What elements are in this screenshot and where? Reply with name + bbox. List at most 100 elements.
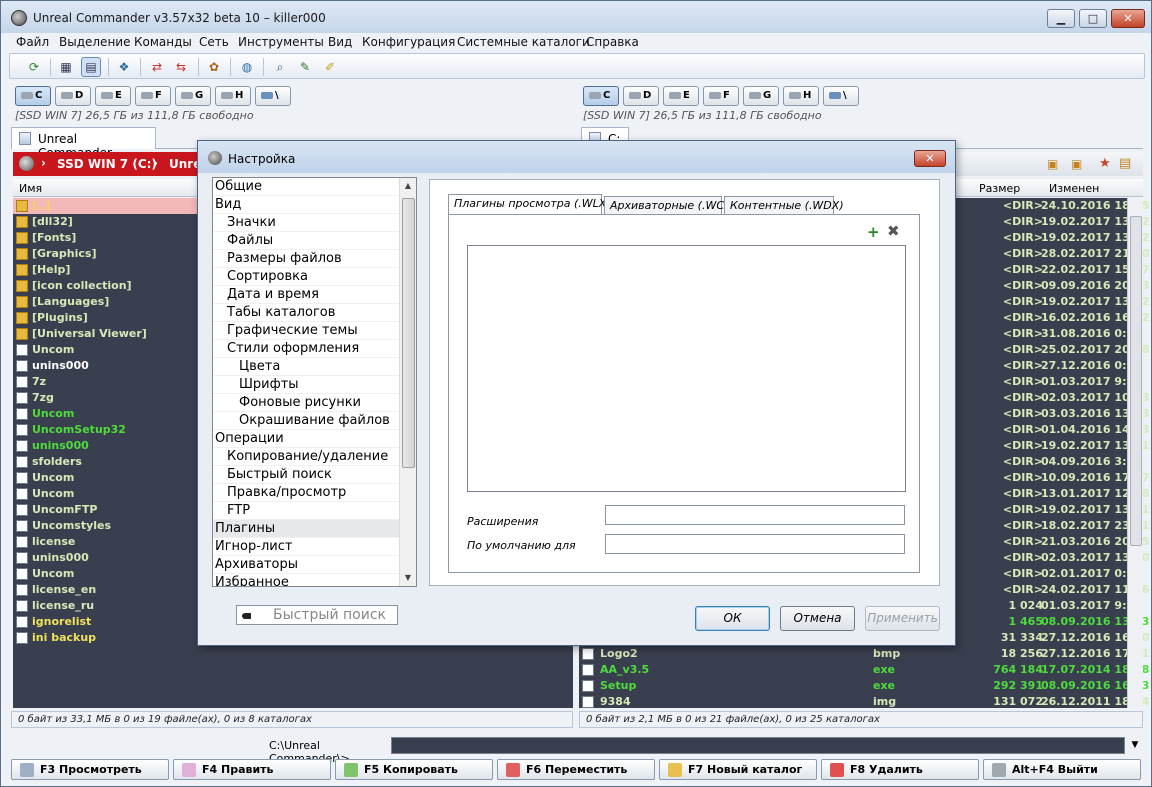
right-drive-h-button[interactable]: H bbox=[783, 86, 819, 106]
menu-file[interactable]: Файл bbox=[16, 35, 49, 49]
settings-tree-item[interactable]: Операции bbox=[213, 430, 401, 448]
command-line-input[interactable] bbox=[391, 737, 1125, 754]
settings-tree[interactable]: Общие Вид Значки Файлы Размеры файлов Сортиро… bbox=[212, 177, 417, 587]
menu-system-folders[interactable]: Системные каталоги bbox=[457, 35, 590, 49]
scroll-down-arrow[interactable]: ▼ bbox=[400, 570, 416, 586]
settings-tree-item[interactable]: Графические темы bbox=[213, 322, 401, 340]
right-scrollbar[interactable] bbox=[1127, 198, 1143, 708]
menu-view[interactable]: Вид bbox=[328, 35, 352, 49]
menu-tools[interactable]: Инструменты bbox=[238, 35, 324, 49]
settings-tree-item[interactable]: Сортировка bbox=[213, 268, 401, 286]
settings-tree-item[interactable]: Размеры файлов bbox=[213, 250, 401, 268]
ftp-icon[interactable]: ◍ bbox=[237, 57, 257, 77]
close-button[interactable]: ✕ bbox=[1111, 9, 1145, 28]
tab-wdx-plugins[interactable]: Контентные (.WDX) bbox=[724, 196, 844, 214]
tab-wlx-plugins[interactable]: Плагины просмотра (.WLX) bbox=[448, 194, 611, 214]
settings-tree-item[interactable]: Шрифты bbox=[213, 376, 401, 394]
settings-tree-item[interactable]: Фоновые рисунки bbox=[213, 394, 401, 412]
settings-tree-item[interactable]: Копирование/удаление bbox=[213, 448, 401, 466]
alt-f4-exit-button[interactable]: Alt+F4 Выйти bbox=[983, 759, 1141, 780]
plugin-list[interactable] bbox=[467, 245, 906, 492]
f3-view-button[interactable]: F3 Просмотреть bbox=[11, 759, 169, 780]
settings-tree-item[interactable]: Значки bbox=[213, 214, 401, 232]
maximize-button[interactable]: □ bbox=[1079, 9, 1107, 28]
pack-icon[interactable]: ⇄ bbox=[147, 57, 167, 77]
path-segment[interactable]: SSD WIN 7 (C:) bbox=[57, 157, 157, 171]
f7-new-folder-button[interactable]: F7 Новый каталог bbox=[659, 759, 817, 780]
tree-icon[interactable]: ❖ bbox=[114, 57, 134, 77]
root-icon[interactable]: ▣ bbox=[1047, 157, 1058, 171]
scrollbar-thumb[interactable] bbox=[402, 198, 415, 468]
file-row[interactable]: AA_v3.5 exe 764 184 17.07.2014 18:08 bbox=[579, 662, 1149, 678]
title-bar[interactable]: Unreal Commander v3.57x32 beta 10 – kill… bbox=[1, 1, 1151, 33]
menu-help[interactable]: Справка bbox=[586, 35, 639, 49]
left-drive-c-button[interactable]: C bbox=[15, 86, 51, 106]
favorites-icon[interactable]: ★ bbox=[1099, 156, 1111, 171]
f6-move-button[interactable]: F6 Переместить bbox=[497, 759, 655, 780]
plugin-icon[interactable]: ✿ bbox=[204, 57, 224, 77]
tree-scrollbar[interactable]: ▲ ▼ bbox=[399, 178, 416, 586]
settings-tree-item[interactable]: Цвета bbox=[213, 358, 401, 376]
tab-wcx-plugins[interactable]: Архиваторные (.WCX) bbox=[604, 196, 736, 214]
ok-button[interactable]: ОК bbox=[695, 606, 770, 631]
menu-commands[interactable]: Команды bbox=[134, 35, 192, 49]
left-drive-e-button[interactable]: E bbox=[95, 86, 131, 106]
scrollbar-thumb[interactable] bbox=[1130, 216, 1142, 546]
f8-delete-button[interactable]: F8 Удалить bbox=[821, 759, 979, 780]
right-drive-f-button[interactable]: F bbox=[703, 86, 739, 106]
file-row[interactable]: Logo2 bmp 18 256 27.12.2016 17:31 bbox=[579, 646, 1149, 662]
history-icon[interactable]: ▤ bbox=[1119, 156, 1131, 171]
up-icon[interactable]: ▣ bbox=[1071, 157, 1082, 171]
file-row[interactable]: Setup exe 292 391 08.09.2016 16:13 bbox=[579, 678, 1149, 694]
menu-network[interactable]: Сеть bbox=[199, 35, 229, 49]
search-icon[interactable]: ⌕ bbox=[270, 57, 290, 77]
settings-tree-item[interactable]: FTP bbox=[213, 502, 401, 520]
file-row[interactable]: 9384 img 131 072 26.12.2011 18:14 bbox=[579, 694, 1149, 710]
settings-tree-item[interactable]: Табы каталогов bbox=[213, 304, 401, 322]
settings-tree-item[interactable]: Стили оформления bbox=[213, 340, 401, 358]
settings-tree-item[interactable]: Дата и время bbox=[213, 286, 401, 304]
left-drive-h-button[interactable]: H bbox=[215, 86, 251, 106]
settings-tree-item[interactable]: Плагины bbox=[213, 520, 401, 538]
default-for-input[interactable] bbox=[605, 534, 905, 554]
column-date[interactable]: Изменен bbox=[1049, 182, 1099, 195]
settings-tree-item[interactable]: Вид bbox=[213, 196, 401, 214]
left-drive-d-button[interactable]: D bbox=[55, 86, 91, 106]
remove-plugin-icon[interactable]: ✖ bbox=[887, 222, 900, 240]
menu-selection[interactable]: Выделение bbox=[59, 35, 130, 49]
add-plugin-icon[interactable]: + bbox=[867, 223, 880, 241]
command-history-dropdown[interactable]: ▼ bbox=[1127, 737, 1143, 754]
right-drive-d-button[interactable]: D bbox=[623, 86, 659, 106]
multi-rename-icon[interactable]: ✎ bbox=[295, 57, 315, 77]
dialog-title-bar[interactable]: Настройка ✕ bbox=[198, 141, 955, 173]
settings-tree-item[interactable]: Окрашивание файлов bbox=[213, 412, 401, 430]
f5-copy-button[interactable]: F5 Копировать bbox=[335, 759, 493, 780]
right-network-button[interactable]: \ bbox=[823, 86, 859, 106]
unpack-icon[interactable]: ⇆ bbox=[171, 57, 191, 77]
apply-button[interactable]: Применить bbox=[865, 606, 940, 631]
settings-tree-item[interactable]: Правка/просмотр bbox=[213, 484, 401, 502]
refresh-icon[interactable]: ⟳ bbox=[24, 57, 44, 77]
column-size[interactable]: Размер bbox=[979, 182, 1020, 195]
right-drive-e-button[interactable]: E bbox=[663, 86, 699, 106]
extensions-input[interactable] bbox=[605, 505, 905, 525]
left-drive-f-button[interactable]: F bbox=[135, 86, 171, 106]
brief-view-icon[interactable]: ▦ bbox=[56, 57, 76, 77]
left-tab-unreal-commander[interactable]: Unreal Commander bbox=[11, 127, 156, 160]
settings-tree-item[interactable]: Игнор-лист bbox=[213, 538, 401, 556]
f4-edit-button[interactable]: F4 Править bbox=[173, 759, 331, 780]
scroll-up-arrow[interactable]: ▲ bbox=[400, 178, 416, 194]
right-drive-g-button[interactable]: G bbox=[743, 86, 779, 106]
settings-tree-item[interactable]: Общие bbox=[213, 178, 401, 196]
settings-tree-item[interactable]: Архиваторы bbox=[213, 556, 401, 574]
dialog-close-button[interactable]: ✕ bbox=[914, 150, 946, 167]
edit-icon[interactable]: ✐ bbox=[320, 57, 340, 77]
left-network-button[interactable]: \ bbox=[255, 86, 291, 106]
column-name[interactable]: Имя bbox=[19, 182, 42, 195]
minimize-button[interactable]: ▁ bbox=[1047, 9, 1075, 28]
menu-configuration[interactable]: Конфигурация bbox=[362, 35, 455, 49]
left-drive-g-button[interactable]: G bbox=[175, 86, 211, 106]
settings-tree-item[interactable]: Файлы bbox=[213, 232, 401, 250]
cancel-button[interactable]: Отмена bbox=[780, 606, 855, 631]
right-drive-c-button[interactable]: C bbox=[583, 86, 619, 106]
